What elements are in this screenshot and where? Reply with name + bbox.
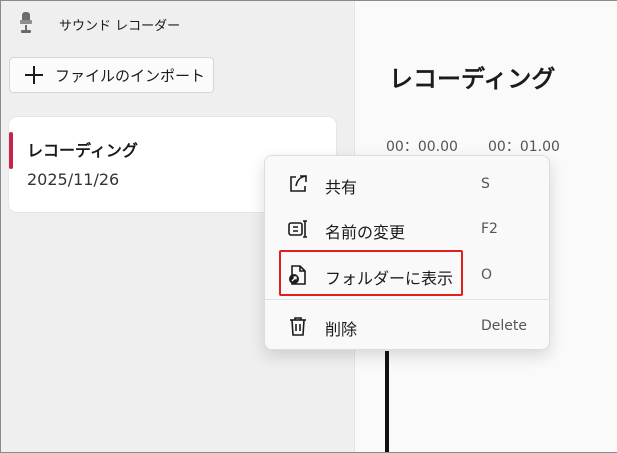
menu-item-rename[interactable]: 名前の変更 F2 (265, 209, 549, 249)
selection-indicator (9, 132, 13, 169)
timeline-tick: 00：00.00 (386, 139, 458, 155)
menu-item-label: 名前の変更 (325, 223, 406, 242)
recording-title: レコーディング (389, 65, 556, 93)
menu-item-shortcut: F2 (481, 221, 498, 237)
menu-item-shortcut: O (481, 267, 493, 283)
menu-item-shortcut: S (481, 176, 490, 192)
playhead-line (385, 351, 389, 452)
highlight-box (279, 250, 463, 296)
recording-date: 2025/11/26 (27, 170, 120, 189)
plus-icon (25, 66, 43, 84)
import-file-label: ファイルのインポート (55, 66, 206, 85)
title-bar: サウンド レコーダー (1, 1, 353, 45)
app-title: サウンド レコーダー (59, 19, 181, 34)
rename-icon (288, 220, 307, 238)
trash-icon (290, 317, 306, 336)
timeline-tick: 00：01.00 (488, 139, 560, 155)
menu-item-delete[interactable]: 削除 Delete (265, 306, 549, 346)
menu-item-share[interactable]: 共有 S (265, 164, 549, 204)
share-icon (290, 175, 307, 192)
menu-item-label: 削除 (325, 320, 358, 339)
recording-name: レコーディング (27, 141, 138, 160)
microphone-icon (20, 12, 32, 33)
menu-item-shortcut: Delete (481, 318, 527, 334)
menu-item-label: 共有 (325, 178, 358, 197)
import-file-button[interactable]: ファイルのインポート (9, 57, 214, 93)
menu-separator (265, 299, 549, 300)
